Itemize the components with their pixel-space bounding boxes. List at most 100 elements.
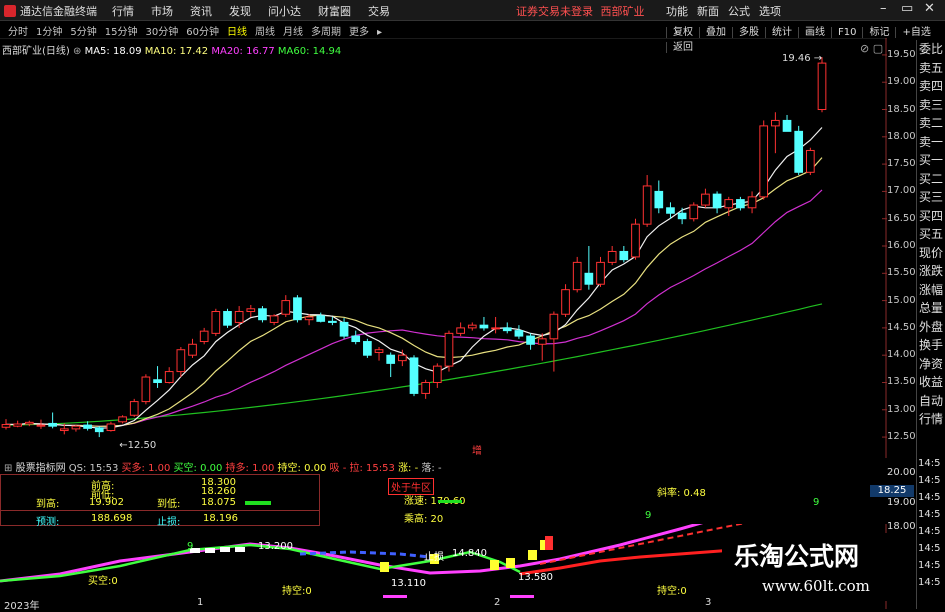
candle	[141, 374, 151, 405]
panel-label-11: 现价	[919, 245, 944, 260]
stats-button[interactable]: 统计	[765, 27, 792, 38]
minimize-icon[interactable]: –	[880, 1, 887, 16]
candle	[514, 325, 524, 339]
candle	[106, 421, 116, 432]
month-tick-2: 2	[494, 597, 501, 608]
green-bar	[245, 501, 271, 505]
stop-loss-value: 18.196	[203, 513, 238, 524]
trade-time-6: 14:5	[918, 560, 941, 571]
speed-bar	[438, 500, 462, 503]
period-multi[interactable]: 多周期	[311, 27, 341, 38]
panel-label-15: 外盘	[919, 319, 944, 334]
period-60min[interactable]: 60分钟	[186, 27, 219, 38]
panel-label-13: 涨幅	[919, 282, 944, 297]
candle	[316, 312, 326, 323]
candle	[572, 256, 582, 293]
menu-item-ask[interactable]: 问小达	[268, 5, 301, 18]
indicator-item-1: 买多: 1.00	[121, 463, 174, 474]
candle	[712, 191, 722, 214]
period-15min[interactable]: 15分钟	[105, 27, 138, 38]
candle	[94, 426, 104, 438]
candlestick-chart[interactable]: 19.46 → ←12.50 增	[0, 38, 887, 458]
menu-item-wealth[interactable]: 财富圈	[318, 5, 351, 18]
menu-options[interactable]: 选项	[759, 5, 781, 18]
ind-white-bar	[235, 547, 245, 552]
candle	[456, 322, 465, 337]
menu-function[interactable]: 功能	[666, 5, 688, 18]
watermark-url: www.60lt.com	[762, 577, 870, 595]
period-5min[interactable]: 5分钟	[70, 27, 96, 38]
indicator-name[interactable]: 股票指标网	[16, 463, 66, 474]
menu-item-market[interactable]: 行情	[112, 5, 134, 18]
period-daily[interactable]: 日线	[227, 27, 247, 38]
overlay-button[interactable]: 叠加	[699, 27, 726, 38]
period-monthly[interactable]: 月线	[283, 27, 303, 38]
month-tick-1: 1	[197, 597, 204, 608]
candle	[689, 202, 699, 222]
panel-label-4: 卖二	[919, 116, 944, 130]
ind-axis-1: 20.00	[887, 467, 916, 478]
app-title: 通达信金融终端	[4, 3, 97, 19]
panel-label-10: 买五	[919, 227, 944, 241]
indicator-item-7: 涨: -	[398, 463, 422, 474]
ind-label-low1: 13.110	[391, 578, 426, 589]
period-more[interactable]: 更多 ▸	[349, 27, 382, 38]
candle	[607, 246, 617, 266]
candle	[817, 57, 827, 113]
menu-item-news[interactable]: 资讯	[190, 5, 212, 18]
indicator-item-2: 买空: 0.00	[173, 463, 226, 474]
rate-label: 乘高: 20	[404, 514, 444, 525]
candle	[596, 256, 605, 287]
login-warning[interactable]: 证券交易未登录 西部矿业	[516, 3, 645, 19]
ind-label-9b: 9	[645, 510, 652, 521]
ind-label-hold-short-2: 持空:0	[657, 586, 687, 597]
menu-item-discover[interactable]: 发现	[229, 5, 251, 18]
trade-time-panel: 14:5 14:5 14:5 14:5 14:5 14:5 14:5 14:5	[916, 455, 945, 609]
candle	[677, 207, 687, 225]
panel-label-19[interactable]: 自动	[917, 392, 945, 411]
expand-icon[interactable]: ⊞	[4, 463, 12, 474]
to-high-value: 19.902	[89, 497, 124, 508]
ind-marker	[510, 595, 534, 598]
multi-stock-button[interactable]: 多股	[732, 27, 759, 38]
adjust-button[interactable]: 复权	[666, 27, 693, 38]
menu-formula[interactable]: 公式	[728, 5, 750, 18]
price-tick-14: 12.50	[887, 431, 916, 443]
restore-icon[interactable]: ▭	[901, 1, 913, 16]
panel-label-5: 卖一	[919, 134, 944, 149]
candle	[234, 306, 244, 328]
ind-yellow-bar	[380, 562, 389, 572]
ind-yellow-bar	[528, 550, 537, 560]
candle	[363, 338, 372, 358]
add-watchlist-button[interactable]: +自选	[895, 27, 931, 38]
ind-label-9c: 9	[813, 497, 820, 508]
period-toolbar: 分时 1分钟 5分钟 15分钟 30分钟 60分钟 日线 周线 月线 多周期 更多 ▸	[8, 23, 390, 38]
f10-button[interactable]: F10	[831, 27, 857, 38]
close-icon[interactable]: ✕	[924, 1, 935, 16]
candle	[619, 246, 629, 263]
candle	[549, 311, 559, 372]
candle	[467, 322, 477, 331]
period-intraday[interactable]: 分时	[8, 27, 28, 38]
candle	[491, 316, 500, 334]
price-tick-4: 17.50	[887, 158, 916, 170]
price-tick-0: 19.50	[887, 48, 916, 60]
period-weekly[interactable]: 周线	[255, 27, 275, 38]
menu-item-markets[interactable]: 市场	[151, 5, 173, 18]
candle	[421, 379, 431, 399]
period-30min[interactable]: 30分钟	[145, 27, 178, 38]
ind-yellow-bar	[506, 558, 515, 568]
candle	[584, 246, 594, 290]
candle	[794, 125, 804, 176]
menu-new-page[interactable]: 新面	[697, 5, 719, 18]
menu-item-trade[interactable]: 交易	[368, 5, 390, 18]
draw-button[interactable]: 画线	[798, 27, 825, 38]
candle	[71, 425, 81, 432]
mark-button[interactable]: 标记	[862, 27, 890, 38]
period-1min[interactable]: 1分钟	[36, 27, 62, 38]
right-menu: 功能 新面 公式 选项	[657, 3, 781, 19]
candle	[386, 352, 396, 378]
panel-label-20[interactable]: 行情	[917, 410, 945, 429]
candle	[129, 398, 139, 417]
to-high-label: 到高:	[36, 499, 60, 510]
